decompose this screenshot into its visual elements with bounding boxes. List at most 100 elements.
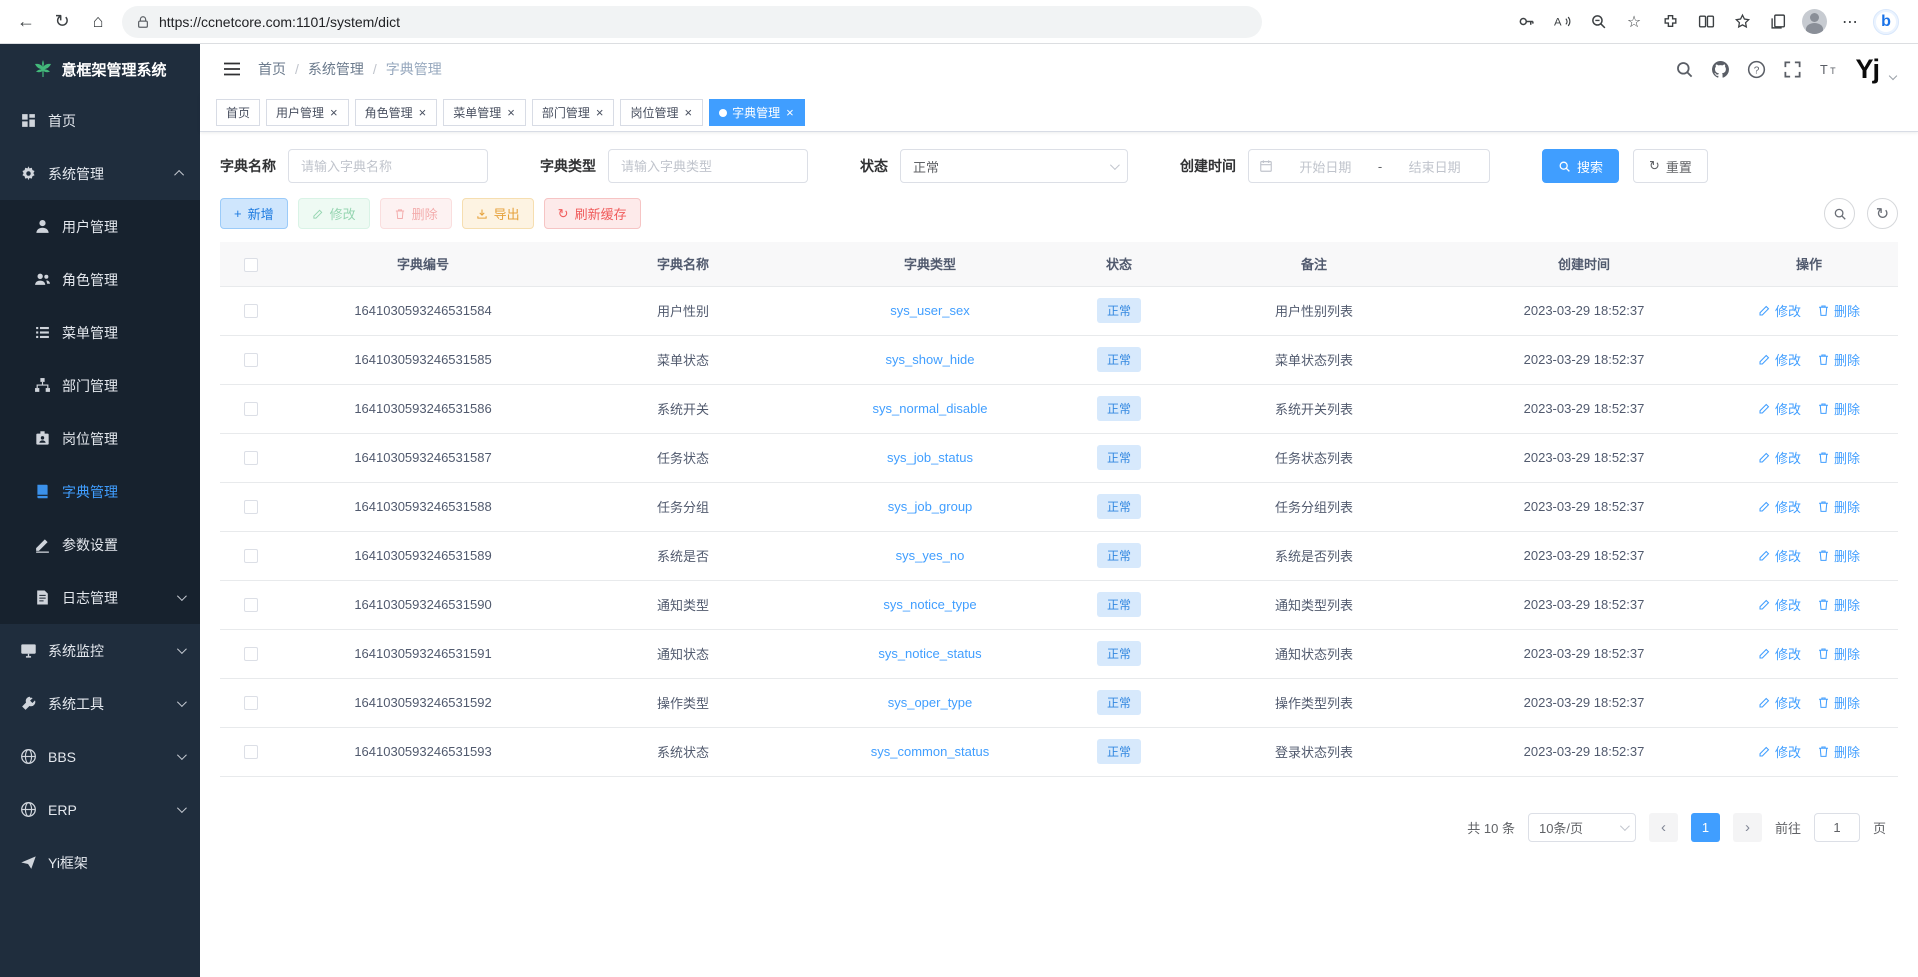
browser-more-menu-icon[interactable]: ⋯ bbox=[1834, 6, 1866, 38]
tab-2[interactable]: 角色管理× bbox=[355, 99, 438, 126]
split-screen-icon[interactable] bbox=[1690, 6, 1722, 38]
sidebar-item-14[interactable]: Yi框架 bbox=[0, 836, 200, 889]
export-button[interactable]: 导出 bbox=[462, 198, 534, 229]
browser-refresh-button[interactable]: ↻ bbox=[44, 5, 80, 39]
collections-icon[interactable] bbox=[1762, 6, 1794, 38]
dict-type-link[interactable]: sys_common_status bbox=[871, 744, 990, 759]
add-favorite-star-icon[interactable]: ☆ bbox=[1618, 6, 1650, 38]
edit-row-button[interactable]: 修改 bbox=[1758, 546, 1801, 565]
delete-row-button[interactable]: 删除 bbox=[1817, 350, 1860, 369]
add-button[interactable]: +新增 bbox=[220, 198, 288, 229]
edit-row-button[interactable]: 修改 bbox=[1758, 497, 1801, 516]
breadcrumb-item[interactable]: 首页 bbox=[258, 59, 286, 79]
close-tab-icon[interactable]: × bbox=[329, 106, 339, 119]
sidebar-item-8[interactable]: 参数设置 bbox=[0, 518, 200, 571]
sidebar-item-13[interactable]: ERP bbox=[0, 783, 200, 836]
edit-row-button[interactable]: 修改 bbox=[1758, 301, 1801, 320]
dict-name-input[interactable] bbox=[288, 149, 488, 183]
tab-4[interactable]: 部门管理× bbox=[532, 99, 615, 126]
github-icon[interactable] bbox=[1711, 60, 1730, 79]
search-button[interactable]: 搜索 bbox=[1542, 149, 1619, 183]
delete-row-button[interactable]: 删除 bbox=[1817, 595, 1860, 614]
dict-type-link[interactable]: sys_yes_no bbox=[896, 548, 965, 563]
delete-row-button[interactable]: 删除 bbox=[1817, 742, 1860, 761]
edit-button[interactable]: 修改 bbox=[298, 198, 370, 229]
refresh-table-button[interactable]: ↻ bbox=[1867, 198, 1898, 229]
reset-button[interactable]: ↻ 重置 bbox=[1633, 149, 1708, 183]
hamburger-icon[interactable] bbox=[222, 59, 242, 79]
help-icon[interactable]: ? bbox=[1747, 60, 1766, 79]
sidebar-item-6[interactable]: 岗位管理 bbox=[0, 412, 200, 465]
app-logo[interactable]: 意框架管理系统 bbox=[0, 44, 200, 94]
row-checkbox[interactable] bbox=[244, 402, 258, 416]
delete-row-button[interactable]: 删除 bbox=[1817, 399, 1860, 418]
page-size-select[interactable]: 10条/页 bbox=[1528, 813, 1636, 842]
row-checkbox[interactable] bbox=[244, 451, 258, 465]
extensions-icon[interactable] bbox=[1654, 6, 1686, 38]
tab-6[interactable]: 字典管理× bbox=[709, 99, 805, 126]
delete-row-button[interactable]: 删除 bbox=[1817, 301, 1860, 320]
tab-1[interactable]: 用户管理× bbox=[266, 99, 349, 126]
dict-type-link[interactable]: sys_job_status bbox=[887, 450, 973, 465]
delete-row-button[interactable]: 删除 bbox=[1817, 644, 1860, 663]
edit-row-button[interactable]: 修改 bbox=[1758, 742, 1801, 761]
sidebar-item-2[interactable]: 用户管理 bbox=[0, 200, 200, 253]
browser-home-button[interactable]: ⌂ bbox=[80, 5, 116, 39]
row-checkbox[interactable] bbox=[244, 696, 258, 710]
address-bar[interactable]: https://ccnetcore.com:1101/system/dict bbox=[122, 6, 1262, 38]
edit-row-button[interactable]: 修改 bbox=[1758, 448, 1801, 467]
url-text[interactable]: https://ccnetcore.com:1101/system/dict bbox=[159, 14, 400, 30]
delete-button[interactable]: 删除 bbox=[380, 198, 452, 229]
refresh-cache-button[interactable]: ↻ 刷新缓存 bbox=[544, 198, 641, 229]
dict-type-link[interactable]: sys_notice_status bbox=[878, 646, 981, 661]
row-checkbox[interactable] bbox=[244, 500, 258, 514]
sidebar-item-10[interactable]: 系统监控 bbox=[0, 624, 200, 677]
row-checkbox[interactable] bbox=[244, 549, 258, 563]
sidebar-item-4[interactable]: 菜单管理 bbox=[0, 306, 200, 359]
edit-row-button[interactable]: 修改 bbox=[1758, 693, 1801, 712]
close-tab-icon[interactable]: × bbox=[785, 106, 795, 119]
row-checkbox[interactable] bbox=[244, 353, 258, 367]
dict-type-link[interactable]: sys_oper_type bbox=[888, 695, 973, 710]
date-range-picker[interactable]: 开始日期 - 结束日期 bbox=[1248, 149, 1490, 183]
browser-back-button[interactable]: ← bbox=[8, 5, 44, 39]
dict-type-input[interactable] bbox=[608, 149, 808, 183]
yj-brand-logo[interactable]: Yj bbox=[1855, 56, 1879, 83]
dict-type-link[interactable]: sys_notice_type bbox=[883, 597, 976, 612]
goto-page-input[interactable] bbox=[1814, 813, 1860, 842]
close-tab-icon[interactable]: × bbox=[683, 106, 693, 119]
edit-row-button[interactable]: 修改 bbox=[1758, 644, 1801, 663]
tab-0[interactable]: 首页 bbox=[216, 99, 260, 126]
tab-3[interactable]: 菜单管理× bbox=[443, 99, 526, 126]
fullscreen-icon[interactable] bbox=[1783, 60, 1802, 79]
row-checkbox[interactable] bbox=[244, 598, 258, 612]
toggle-search-button[interactable] bbox=[1824, 198, 1855, 229]
profile-avatar[interactable] bbox=[1798, 6, 1830, 38]
breadcrumb-item[interactable]: 系统管理 bbox=[308, 59, 364, 79]
prev-page-button[interactable]: ‹ bbox=[1649, 813, 1678, 842]
font-size-icon[interactable]: TT bbox=[1819, 60, 1838, 79]
row-checkbox[interactable] bbox=[244, 647, 258, 661]
zoom-out-icon[interactable] bbox=[1582, 6, 1614, 38]
sidebar-item-3[interactable]: 角色管理 bbox=[0, 253, 200, 306]
header-search-icon[interactable] bbox=[1675, 60, 1694, 79]
close-tab-icon[interactable]: × bbox=[595, 106, 605, 119]
row-checkbox[interactable] bbox=[244, 304, 258, 318]
read-aloud-icon[interactable]: A bbox=[1546, 6, 1578, 38]
sidebar-item-11[interactable]: 系统工具 bbox=[0, 677, 200, 730]
chevron-down-icon[interactable] bbox=[1889, 72, 1897, 80]
dict-type-link[interactable]: sys_job_group bbox=[888, 499, 973, 514]
sidebar-item-5[interactable]: 部门管理 bbox=[0, 359, 200, 412]
dict-type-link[interactable]: sys_user_sex bbox=[890, 303, 969, 318]
delete-row-button[interactable]: 删除 bbox=[1817, 693, 1860, 712]
bing-chat-icon[interactable]: b bbox=[1870, 6, 1902, 38]
close-tab-icon[interactable]: × bbox=[506, 106, 516, 119]
delete-row-button[interactable]: 删除 bbox=[1817, 546, 1860, 565]
delete-row-button[interactable]: 删除 bbox=[1817, 497, 1860, 516]
edit-row-button[interactable]: 修改 bbox=[1758, 595, 1801, 614]
sidebar-item-0[interactable]: 首页 bbox=[0, 94, 200, 147]
edit-row-button[interactable]: 修改 bbox=[1758, 350, 1801, 369]
dict-type-link[interactable]: sys_show_hide bbox=[886, 352, 975, 367]
favorites-bar-icon[interactable] bbox=[1726, 6, 1758, 38]
next-page-button[interactable]: › bbox=[1733, 813, 1762, 842]
